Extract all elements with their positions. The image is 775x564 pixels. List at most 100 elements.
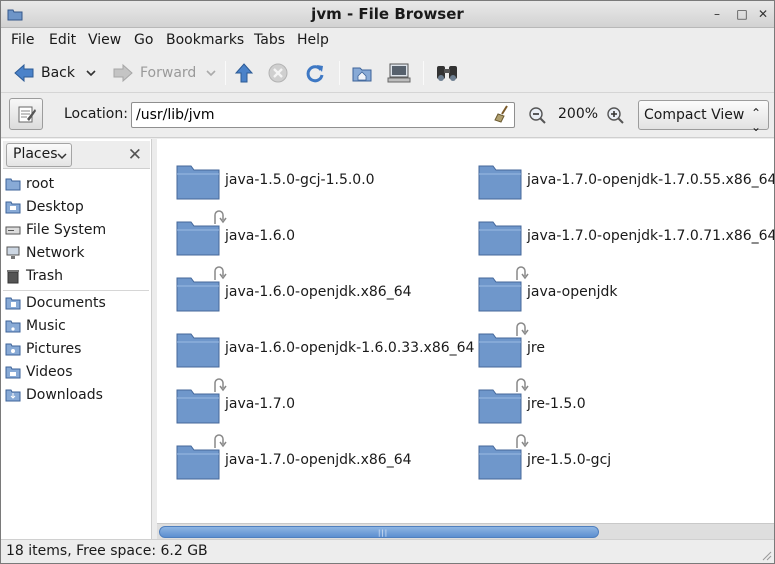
forward-label: Forward [140,65,197,81]
file-item[interactable]: java-1.6.0-openjdk-1.6.0.33.x86_64 [176,325,474,371]
documents-folder-icon [5,297,21,309]
sidebar-item-desktop[interactable]: Desktop [5,196,84,217]
sidebar-item-file-system[interactable]: File System [5,219,106,240]
sidebar-item-videos[interactable]: Videos [5,361,73,382]
symlink-arrow-icon [214,266,227,280]
file-item[interactable]: jre [478,322,545,371]
pictures-folder-icon [5,343,21,355]
sidebar-item-label: Videos [26,363,73,380]
title-bar: jvm - File Browser – □ ✕ [1,1,774,28]
sidebar-item-music[interactable]: Music [5,315,66,336]
symlink-arrow-icon [214,378,227,392]
menu-view[interactable]: View [88,32,121,48]
places-dropdown[interactable]: Places [6,143,72,167]
sidebar-item-label: Trash [26,267,63,284]
sidebar-item-label: File System [26,221,107,238]
toggle-location-button[interactable] [9,98,43,130]
forward-button[interactable]: Forward [112,59,196,87]
toolbar-separator [339,61,340,85]
edit-pencil-icon [18,106,36,123]
file-item[interactable]: jre-1.5.0-gcj [478,434,611,483]
menu-go[interactable]: Go [134,32,153,48]
zoom-in-icon[interactable] [606,106,624,124]
updown-chevron-icon: ⌃ ⌄ [750,106,761,134]
music-folder-icon [5,320,21,332]
sidebar-item-network[interactable]: Network [5,242,84,263]
file-item[interactable]: java-1.7.0-openjdk.x86_64 [176,434,412,483]
file-item[interactable]: java-1.7.0-openjdk-1.7.0.71.x86_64 [478,213,774,259]
folder-icon [176,160,220,200]
view-mode-value: Compact View [644,107,745,123]
menu-bar: File Edit View Go Bookmarks Tabs Help [1,29,774,51]
file-name: java-1.6.0 [225,228,296,244]
sidebar: Places ✕ root Desktop File System Networ… [1,139,152,539]
folder-icon [478,216,522,256]
file-item[interactable]: jre-1.5.0 [478,378,586,427]
file-item[interactable]: java-1.7.0-openjdk-1.7.0.55.x86_64 [478,157,775,203]
file-name: jre-1.5.0 [527,396,586,412]
menu-edit[interactable]: Edit [49,32,76,48]
sidebar-item-downloads[interactable]: Downloads [5,384,103,405]
menu-bookmarks[interactable]: Bookmarks [166,32,244,48]
stop-icon[interactable] [267,62,289,84]
file-item[interactable]: java-openjdk [478,266,617,315]
back-history-chevron-icon[interactable] [85,68,97,78]
file-item[interactable]: java-1.5.0-gcj-1.5.0.0 [176,157,375,203]
toolbar-separator [225,61,226,85]
file-name: java-1.7.0-openjdk-1.7.0.55.x86_64 [527,172,775,188]
back-button[interactable]: Back [13,59,75,87]
forward-history-chevron-icon[interactable] [205,68,217,78]
back-label: Back [41,65,75,81]
horizontal-scrollbar[interactable]: ||| [157,523,774,539]
computer-icon[interactable] [387,62,411,84]
network-icon [6,246,20,259]
sidebar-item-trash[interactable]: Trash [5,265,63,286]
toolbar: Back Forward [1,53,774,93]
file-name: java-1.7.0 [225,396,296,412]
search-binoculars-icon[interactable] [435,63,459,83]
file-item[interactable]: java-1.6.0-openjdk.x86_64 [176,266,412,315]
up-arrow-icon[interactable] [233,62,255,84]
clear-broom-icon[interactable] [493,105,511,123]
sidebar-item-label: Downloads [26,386,103,403]
file-name: java-1.7.0-openjdk.x86_64 [225,452,412,468]
file-browser-window: jvm - File Browser – □ ✕ File Edit View … [0,0,775,564]
resize-grip-icon[interactable] [760,549,772,561]
file-name: jre [527,340,545,356]
file-name: java-1.6.0-openjdk.x86_64 [225,284,412,300]
sidebar-item-documents[interactable]: Documents [5,292,106,313]
symlink-arrow-icon [516,266,529,280]
sidebar-item-pictures[interactable]: Pictures [5,338,81,359]
folder-icon [176,266,227,312]
forward-arrow-icon [113,63,133,83]
maximize-icon[interactable]: □ [735,7,749,21]
symlink-arrow-icon [516,378,529,392]
back-arrow-icon [14,63,34,83]
file-item[interactable]: java-1.6.0 [176,210,296,259]
sidebar-item-root[interactable]: root [5,173,54,194]
scrollbar-thumb[interactable]: ||| [159,526,599,538]
menu-help[interactable]: Help [297,32,329,48]
home-folder-icon[interactable] [351,62,373,84]
file-item[interactable]: java-1.7.0 [176,378,296,427]
zoom-out-icon[interactable] [528,106,546,124]
minimize-icon[interactable]: – [710,7,724,21]
close-sidebar-icon[interactable]: ✕ [128,145,142,165]
menu-tabs[interactable]: Tabs [254,32,285,48]
close-window-icon[interactable]: ✕ [756,7,770,21]
scroll-grip-icon: ||| [378,529,389,537]
folder-icon [478,434,529,480]
toolbar-separator [423,61,424,85]
chevron-down-icon [57,153,67,160]
sidebar-header: Places ✕ [3,141,150,169]
status-text: 18 items, Free space: 6.2 GB [6,543,208,559]
harddrive-icon [5,226,21,234]
reload-icon[interactable] [304,62,326,84]
view-mode-select[interactable]: Compact View ⌃ ⌄ [638,100,769,134]
menu-file[interactable]: File [11,32,34,48]
sidebar-item-label: Desktop [26,198,84,215]
sidebar-item-label: root [26,175,55,192]
folder-icon [176,434,227,480]
location-input[interactable] [131,102,515,128]
location-bar: Location: 200% Compact View ⌃⌄ [1,94,774,138]
